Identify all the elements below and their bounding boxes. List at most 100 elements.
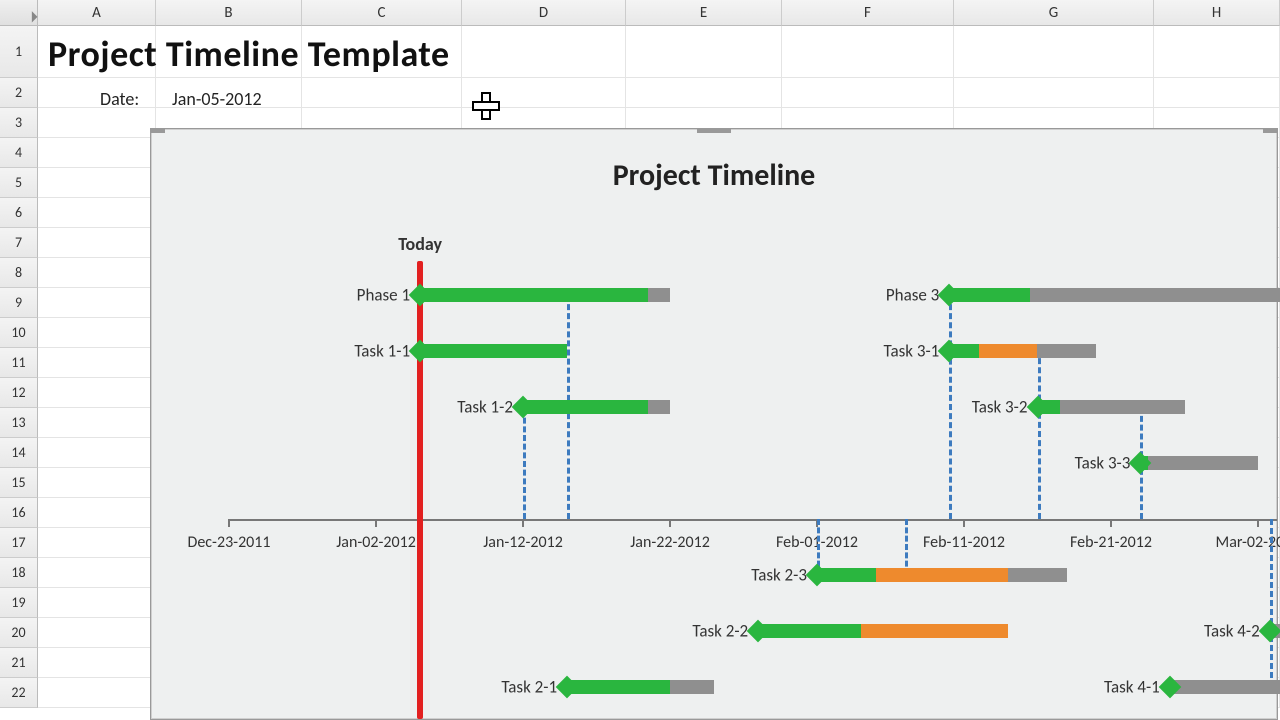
row-head-12[interactable]: 12 [0,378,38,408]
gantt-bar[interactable]: Task 4-2 [1270,624,1280,638]
bar-label: Task 1-2 [457,397,523,418]
cell[interactable] [38,678,156,708]
cell[interactable] [38,498,156,528]
x-tick-label: Feb-21-2012 [1070,533,1152,552]
cell[interactable] [38,138,156,168]
row-head-14[interactable]: 14 [0,438,38,468]
col-head-H[interactable]: H [1154,0,1280,26]
gantt-bar[interactable]: Task 1-1 [420,344,567,358]
x-tick-label: Jan-22-2012 [630,533,710,552]
bar-planned [861,624,1008,638]
resize-handle-icon[interactable] [151,128,165,133]
chart-object[interactable]: Project Timeline Today Dec-23-2011Jan-02… [150,128,1278,720]
resize-handle-icon[interactable] [697,128,731,133]
gantt-bar[interactable]: Task 2-2 [758,624,1008,638]
row-head-10[interactable]: 10 [0,318,38,348]
column-headers[interactable]: ABCDEFGH [38,0,1280,26]
cell[interactable] [38,558,156,588]
page-title: Project Timeline Template [48,32,450,76]
cell[interactable] [38,528,156,558]
cell[interactable] [782,26,954,78]
row-head-18[interactable]: 18 [0,558,38,588]
row-head-9[interactable]: 9 [0,288,38,318]
gantt-bar[interactable]: Task 3-3 [1140,456,1258,470]
cell-cursor-icon [472,92,496,116]
x-tick [375,519,377,527]
cell[interactable] [1154,26,1280,78]
row-head-1[interactable]: 1 [0,26,38,78]
gantt-bar[interactable]: Phase 1 [420,288,670,302]
gantt-bar[interactable]: Task 4-1 [1170,680,1280,694]
col-head-B[interactable]: B [156,0,302,26]
gantt-bar[interactable]: Task 3-1 [949,344,1096,358]
bar-total [1038,400,1185,414]
cell[interactable] [462,26,626,78]
gantt-bar[interactable]: Task 1-2 [523,400,670,414]
row-head-11[interactable]: 11 [0,348,38,378]
row-head-20[interactable]: 20 [0,618,38,648]
cell[interactable] [38,648,156,678]
bar-planned [979,344,1038,358]
cell[interactable] [954,26,1154,78]
cell[interactable] [38,618,156,648]
bar-complete [420,288,648,302]
gantt-bar[interactable]: Task 3-2 [1038,400,1185,414]
bar-planned [876,568,1008,582]
row-head-22[interactable]: 22 [0,678,38,708]
bar-complete [523,400,648,414]
select-all-corner[interactable] [0,0,38,26]
chart-plot-area[interactable]: Today Dec-23-2011Jan-02-2012Jan-12-2012J… [229,237,1277,719]
cell[interactable] [38,438,156,468]
chart-title: Project Timeline [151,157,1277,194]
cell[interactable] [38,288,156,318]
cell[interactable] [302,78,462,108]
col-head-F[interactable]: F [782,0,954,26]
cell[interactable] [38,318,156,348]
cell[interactable] [626,78,782,108]
col-head-E[interactable]: E [626,0,782,26]
row-head-4[interactable]: 4 [0,138,38,168]
bar-complete [949,288,1030,302]
col-head-A[interactable]: A [38,0,156,26]
gantt-bar[interactable]: Phase 3 [949,288,1280,302]
row-head-8[interactable]: 8 [0,258,38,288]
gantt-bar[interactable]: Task 2-3 [817,568,1067,582]
cell[interactable] [626,26,782,78]
cell[interactable] [1154,78,1280,108]
col-head-G[interactable]: G [954,0,1154,26]
row-head-15[interactable]: 15 [0,468,38,498]
bar-complete [758,624,861,638]
cell[interactable] [954,78,1154,108]
x-tick-label: Jan-12-2012 [483,533,563,552]
spreadsheet[interactable]: ABCDEFGH 1234567891011121314151617181920… [0,0,1280,720]
cell[interactable] [38,168,156,198]
cell[interactable] [38,258,156,288]
cell[interactable] [38,378,156,408]
row-head-3[interactable]: 3 [0,108,38,138]
row-head-16[interactable]: 16 [0,498,38,528]
row-head-6[interactable]: 6 [0,198,38,228]
bar-label: Task 2-2 [692,621,758,642]
row-head-17[interactable]: 17 [0,528,38,558]
resize-handle-icon[interactable] [1263,128,1277,133]
row-head-19[interactable]: 19 [0,588,38,618]
cell[interactable] [38,198,156,228]
cell[interactable] [38,588,156,618]
row-head-2[interactable]: 2 [0,78,38,108]
gantt-bar[interactable]: Task 2-1 [567,680,714,694]
cell[interactable] [38,348,156,378]
cell[interactable] [38,408,156,438]
cell[interactable] [38,108,156,138]
date-value[interactable]: Jan-05-2012 [172,88,262,110]
row-head-5[interactable]: 5 [0,168,38,198]
row-head-13[interactable]: 13 [0,408,38,438]
cell[interactable] [38,228,156,258]
row-head-7[interactable]: 7 [0,228,38,258]
cell[interactable] [782,78,954,108]
row-headers[interactable]: 12345678910111213141516171819202122 [0,26,38,720]
today-label: Today [398,233,442,255]
col-head-C[interactable]: C [302,0,462,26]
col-head-D[interactable]: D [462,0,626,26]
cell[interactable] [38,468,156,498]
row-head-21[interactable]: 21 [0,648,38,678]
